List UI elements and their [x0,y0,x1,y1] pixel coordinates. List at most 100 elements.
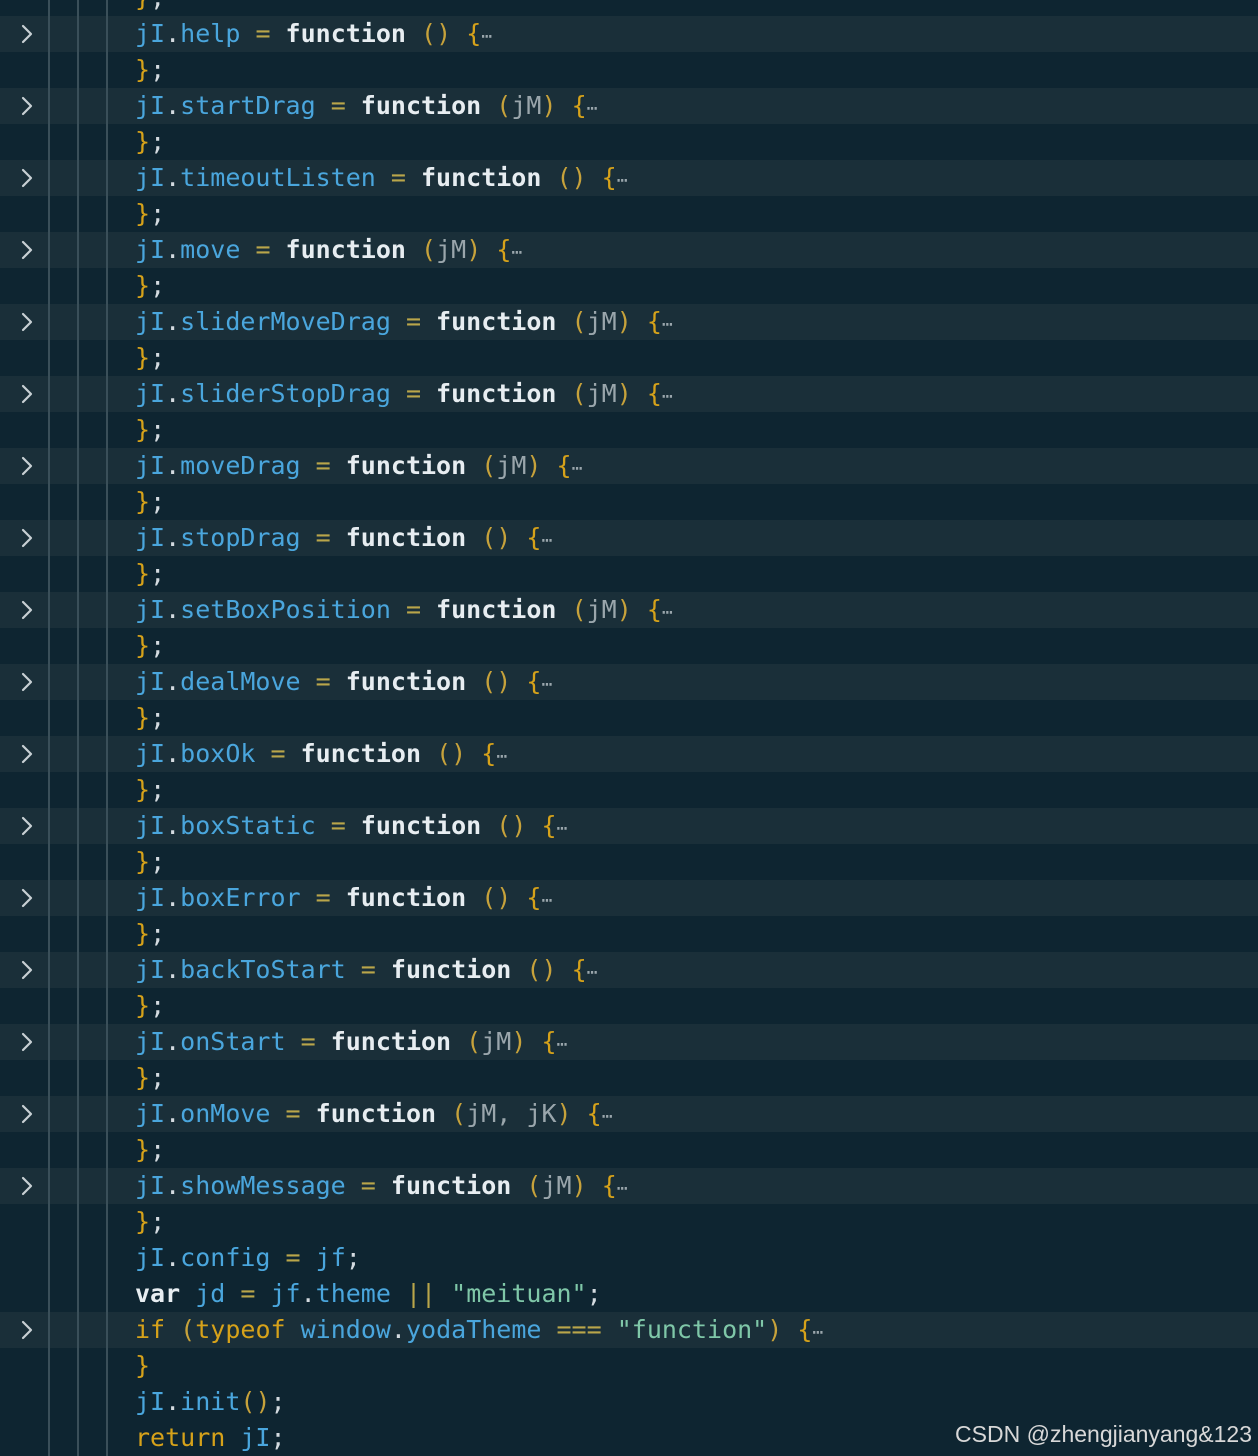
code-token: { [571,91,587,120]
chevron-right-icon[interactable] [15,887,37,909]
code-line[interactable]: }; [0,772,1258,808]
code-token: = [240,19,286,48]
code-line[interactable]: }; [0,628,1258,664]
identifier: jI [135,163,166,192]
chevron-right-icon[interactable] [15,167,37,189]
parameters: jM [511,91,542,120]
collapsed-ellipsis: ⋯ [661,314,673,335]
chevron-right-icon[interactable] [15,1031,37,1053]
code-line[interactable]: }; [0,340,1258,376]
code-line[interactable]: }; [0,1204,1258,1240]
code-line[interactable]: }; [0,0,1258,16]
code-line[interactable]: jI.setBoxPosition = function (jM) {⋯ [0,592,1258,628]
code-line[interactable]: } [0,1348,1258,1384]
chevron-right-icon[interactable] [15,527,37,549]
identifier: jI [135,235,166,264]
code-token: } [135,559,151,588]
code-token: . [165,1099,181,1128]
code-line[interactable]: jI.onMove = function (jM, jK) {⋯ [0,1096,1258,1132]
code-line[interactable]: jI.init(); [0,1384,1258,1420]
code-line[interactable]: jI.dealMove = function () {⋯ [0,664,1258,700]
code-token: ) [496,883,512,912]
code-line[interactable]: var jd = jf.theme || "meituan"; [0,1276,1258,1312]
code-line[interactable]: jI.sliderMoveDrag = function (jM) {⋯ [0,304,1258,340]
code-text: jI.timeoutListen = function () {⋯ [135,163,628,196]
method-name: onMove [180,1099,271,1128]
code-line[interactable]: jI.timeoutListen = function () {⋯ [0,160,1258,196]
chevron-right-icon[interactable] [15,599,37,621]
code-line[interactable]: jI.backToStart = function () {⋯ [0,952,1258,988]
code-line[interactable]: }; [0,412,1258,448]
code-line[interactable]: jI.moveDrag = function (jM) {⋯ [0,448,1258,484]
code-line[interactable]: }; [0,1060,1258,1096]
chevron-right-icon[interactable] [15,959,37,981]
code-line[interactable]: jI.boxError = function () {⋯ [0,880,1258,916]
code-line[interactable]: if (typeof window.yodaTheme === "functio… [0,1312,1258,1348]
chevron-right-icon[interactable] [15,311,37,333]
code-token: ( [556,163,572,192]
code-token: } [135,631,151,660]
code-token: { [601,163,617,192]
code-text: jI.sliderStopDrag = function (jM) {⋯ [135,379,673,412]
code-line[interactable]: jI.boxStatic = function () {⋯ [0,808,1258,844]
code-token: { [646,379,662,408]
code-text: return jI; [135,1423,286,1453]
chevron-right-icon[interactable] [15,815,37,837]
code-token: = [300,451,346,480]
code-line[interactable]: }; [0,988,1258,1024]
code-text: }; [135,271,165,301]
code-line[interactable]: jI.showMessage = function (jM) {⋯ [0,1168,1258,1204]
parameters: jM, jK [466,1099,557,1128]
code-token: . [300,1279,316,1308]
code-line[interactable]: }; [0,844,1258,880]
chevron-right-icon[interactable] [15,743,37,765]
method-name: showMessage [180,1171,346,1200]
code-line[interactable]: jI.help = function () {⋯ [0,16,1258,52]
code-line[interactable]: jI.sliderStopDrag = function (jM) {⋯ [0,376,1258,412]
code-token: . [165,1171,181,1200]
code-line[interactable]: }; [0,268,1258,304]
keyword: function [315,1099,437,1128]
code-line[interactable]: }; [0,196,1258,232]
chevron-right-icon[interactable] [15,1319,37,1341]
code-line[interactable]: }; [0,484,1258,520]
code-line[interactable]: jI.stopDrag = function () {⋯ [0,520,1258,556]
code-line[interactable]: jI.config = jf; [0,1240,1258,1276]
keyword: function [285,235,406,264]
chevron-right-icon[interactable] [15,1175,37,1197]
code-line[interactable]: }; [0,1132,1258,1168]
code-text: jI.config = jf; [135,1243,361,1273]
collapsed-ellipsis: ⋯ [541,674,553,695]
chevron-right-icon[interactable] [15,383,37,405]
code-line[interactable]: }; [0,556,1258,592]
code-line[interactable]: jI.boxOk = function () {⋯ [0,736,1258,772]
code-line[interactable]: jI.onStart = function (jM) {⋯ [0,1024,1258,1060]
code-line[interactable]: jI.move = function (jM) {⋯ [0,232,1258,268]
code-token: } [135,127,151,156]
code-token: ; [150,1207,166,1236]
chevron-right-icon[interactable] [15,23,37,45]
code-token: { [496,235,512,264]
code-editor[interactable]: };jI.help = function () {⋯};jI.startDrag… [0,0,1258,1456]
code-token: } [135,991,151,1020]
method-name: sliderStopDrag [180,379,391,408]
chevron-right-icon[interactable] [15,95,37,117]
chevron-right-icon[interactable] [15,671,37,693]
code-token: || [390,1279,452,1308]
chevron-right-icon[interactable] [15,1103,37,1125]
code-token: ; [150,55,166,84]
chevron-right-icon[interactable] [15,455,37,477]
code-token: . [165,379,181,408]
code-text: jI.setBoxPosition = function (jM) {⋯ [135,595,673,628]
code-line[interactable]: }; [0,52,1258,88]
code-line[interactable]: jI.startDrag = function (jM) {⋯ [0,88,1258,124]
code-line[interactable]: }; [0,700,1258,736]
code-token: ; [150,1135,166,1164]
code-line[interactable]: }; [0,916,1258,952]
code-line[interactable]: }; [0,124,1258,160]
chevron-right-icon[interactable] [15,239,37,261]
